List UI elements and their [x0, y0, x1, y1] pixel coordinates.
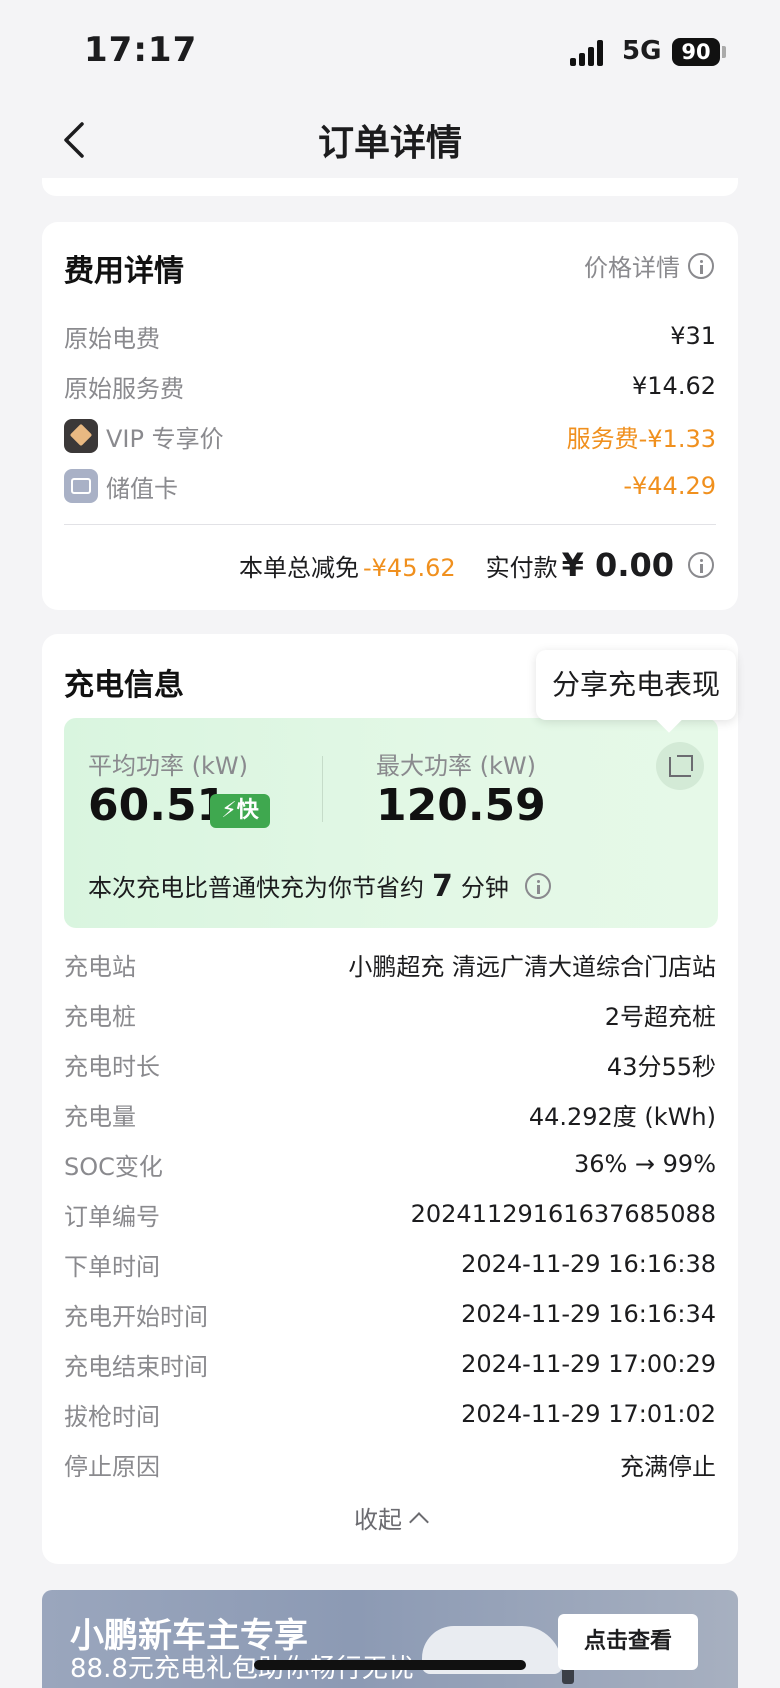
info-row-order-time: 下单时间 2024-11-29 16:16:38 — [64, 1244, 716, 1284]
info-row-station: 充电站 小鹏超充 清远广清大道综合门店站 — [64, 944, 716, 984]
max-power-label: 最大功率 (kW) — [376, 752, 536, 780]
fee-label-wrap: 储值卡 — [64, 469, 178, 504]
info-row-unplug-time: 拔枪时间 2024-11-29 17:01:02 — [64, 1394, 716, 1434]
charge-info-card: 充电信息 平均功率 (kW) 60.51 ⚡快 最大功率 (kW) 120.59… — [42, 634, 738, 1564]
fee-value: ¥14.62 — [632, 372, 716, 400]
info-label: 充电结束时间 — [64, 1352, 208, 1381]
status-bar: 17:17 5G 90 — [0, 0, 780, 96]
home-indicator[interactable] — [254, 1660, 526, 1670]
info-label: 停止原因 — [64, 1452, 160, 1481]
fee-row-vip: VIP 专享价 服务费-¥1.33 — [64, 416, 716, 456]
view-button[interactable]: 点击查看 — [558, 1614, 698, 1670]
nav-bar: 订单详情 — [0, 100, 780, 180]
page-title: 订单详情 — [317, 123, 462, 164]
fee-details-card: 费用详情 价格详情 原始电费 ¥31 原始服务费 ¥14.62 VIP 专享价 … — [42, 222, 738, 610]
divider — [322, 756, 323, 822]
info-label: 拔枪时间 — [64, 1402, 160, 1431]
info-value: 2024-11-29 17:01:02 — [461, 1400, 716, 1428]
fee-label: 储值卡 — [106, 474, 178, 503]
save-note-suffix: 分钟 — [460, 874, 509, 902]
avg-power-value: 60.51 — [88, 780, 228, 831]
fast-charge-badge: ⚡快 — [210, 794, 270, 828]
info-value: 2024-11-29 16:16:38 — [461, 1250, 716, 1278]
fee-value: ¥31 — [670, 322, 716, 350]
signal-icon — [570, 40, 610, 66]
battery-tip — [722, 46, 726, 58]
fee-label: 原始服务费 — [64, 374, 184, 403]
fee-value: 服务费-¥1.33 — [566, 424, 716, 453]
fee-label-wrap: VIP 专享价 — [64, 419, 224, 454]
info-label: SOC变化 — [64, 1152, 163, 1181]
vip-icon — [64, 419, 98, 453]
info-row-duration: 充电时长 43分55秒 — [64, 1044, 716, 1084]
avg-power-label: 平均功率 (kW) — [88, 752, 248, 780]
price-details-label: 价格详情 — [584, 254, 680, 282]
share-tooltip[interactable]: 分享充电表现 — [536, 650, 736, 720]
info-row-pile: 充电桩 2号超充桩 — [64, 994, 716, 1034]
info-value: 2号超充桩 — [604, 1002, 716, 1031]
info-value: 36% → 99% — [573, 1150, 716, 1178]
status-time: 17:17 — [84, 30, 198, 70]
info-row-soc: SOC变化 36% → 99% — [64, 1144, 716, 1184]
chevron-up-icon — [409, 1511, 429, 1532]
info-label: 充电时长 — [64, 1052, 160, 1081]
share-icon[interactable] — [656, 742, 704, 790]
info-value: 20241129161637685088 — [410, 1200, 716, 1228]
paid-label: 实付款 — [485, 554, 558, 582]
info-row-order-number: 订单编号 20241129161637685088 — [64, 1194, 716, 1234]
info-row-energy: 充电量 44.292度 (kWh) — [64, 1094, 716, 1134]
max-power-value: 120.59 — [376, 780, 546, 831]
info-label: 充电站 — [64, 952, 136, 981]
info-icon[interactable] — [688, 552, 714, 578]
info-value: 43分55秒 — [606, 1052, 716, 1081]
promo-banner[interactable]: 小鹏新车主专享 88.8元充电礼包助你畅行无忧 点击查看 — [42, 1590, 738, 1688]
battery-icon: 90 — [672, 38, 720, 66]
fee-row: 原始服务费 ¥14.62 — [64, 366, 716, 406]
fee-label: 原始电费 — [64, 324, 160, 353]
info-value: 2024-11-29 17:00:29 — [461, 1350, 716, 1378]
info-icon[interactable] — [524, 873, 551, 899]
fee-card-title: 费用详情 — [64, 254, 184, 289]
payment-summary: 本单总减免 -¥45.62 实付款 ¥ 0.00 — [239, 546, 714, 584]
info-value: 充满停止 — [620, 1452, 716, 1481]
info-value: 2024-11-29 16:16:34 — [461, 1300, 716, 1328]
card-icon — [64, 469, 98, 503]
time-saved-note: 本次充电比普通快充为你节省约 7 分钟 — [88, 868, 551, 904]
discount-label: 本单总减免 — [239, 554, 359, 582]
divider — [64, 524, 716, 525]
info-label: 充电开始时间 — [64, 1302, 208, 1331]
charge-card-title: 充电信息 — [64, 668, 184, 703]
info-row-end-time: 充电结束时间 2024-11-29 17:00:29 — [64, 1344, 716, 1384]
info-row-start-time: 充电开始时间 2024-11-29 16:16:34 — [64, 1294, 716, 1334]
info-label: 充电桩 — [64, 1002, 136, 1031]
price-details-link[interactable]: 价格详情 — [584, 248, 714, 283]
paid-value: ¥ 0.00 — [561, 546, 674, 584]
info-value: 小鹏超充 清远广清大道综合门店站 — [348, 952, 716, 981]
save-note-prefix: 本次充电比普通快充为你节省约 — [88, 874, 424, 902]
info-row-stop-reason: 停止原因 充满停止 — [64, 1444, 716, 1484]
info-value: 44.292度 (kWh) — [528, 1102, 716, 1131]
fee-value: -¥44.29 — [623, 472, 716, 500]
save-note-minutes: 7 — [432, 869, 453, 904]
collapse-label: 收起 — [354, 1506, 402, 1534]
fee-row: 原始电费 ¥31 — [64, 316, 716, 356]
collapse-button[interactable]: 收起 — [42, 1500, 738, 1535]
fee-row-stored-card: 储值卡 -¥44.29 — [64, 466, 716, 506]
network-type: 5G — [622, 36, 662, 66]
discount-value: -¥45.62 — [363, 554, 456, 582]
fee-label: VIP 专享价 — [106, 424, 224, 453]
info-icon — [688, 252, 714, 279]
info-label: 订单编号 — [64, 1202, 160, 1231]
charging-performance-panel: 平均功率 (kW) 60.51 ⚡快 最大功率 (kW) 120.59 本次充电… — [64, 718, 718, 928]
info-label: 充电量 — [64, 1102, 136, 1131]
info-label: 下单时间 — [64, 1252, 160, 1281]
previous-card-bottom — [42, 178, 738, 196]
